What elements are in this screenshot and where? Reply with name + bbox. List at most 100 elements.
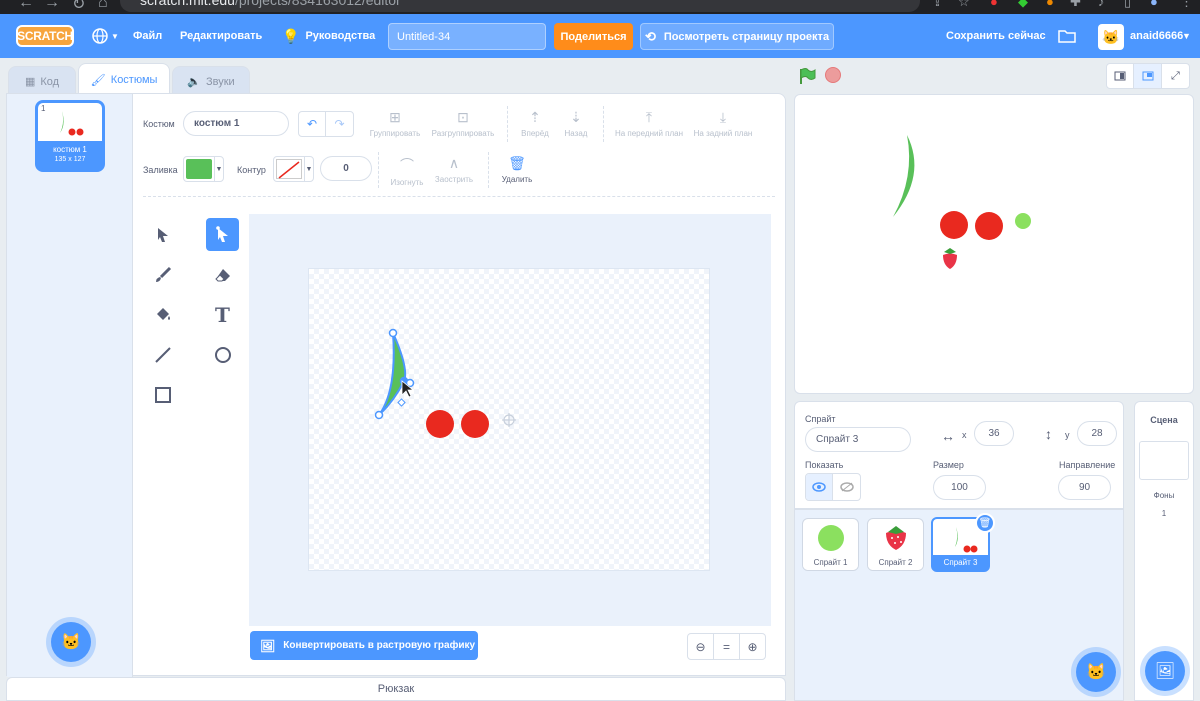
see-project-page-button[interactable]: ⟲ Посмотреть страницу проекта [640, 23, 834, 50]
fill-color-picker[interactable]: ▼ [183, 156, 224, 182]
rectangle-tool[interactable] [146, 378, 179, 411]
convert-to-bitmap-button[interactable]: 🖼 Конвертировать в растровую графику [250, 631, 478, 660]
choose-sprite-button[interactable]: 🐱 [1076, 652, 1116, 692]
circle-tool[interactable] [206, 338, 239, 371]
tutorials-button[interactable]: 💡 Руководства [282, 14, 375, 58]
strawberry-sprite[interactable] [943, 248, 957, 269]
zoom-in-button[interactable]: ⊕ [739, 633, 766, 660]
project-title-input[interactable]: Untitled-34 [388, 23, 546, 50]
size-input[interactable]: 100 [933, 475, 986, 500]
tab-sounds[interactable]: 🔈 Звуки [172, 66, 250, 96]
red-circle[interactable] [940, 211, 968, 239]
costume-item[interactable]: 1 костюм 1 135 x 127 [35, 100, 105, 172]
stage-target-panel[interactable]: Сцена Фоны 1 🖼 [1134, 401, 1194, 701]
file-menu[interactable]: Файл [133, 14, 162, 58]
my-stuff-button[interactable] [1058, 14, 1076, 58]
green-flag-icon[interactable] [798, 67, 816, 85]
share-page-icon[interactable]: ⇪ [932, 0, 943, 10]
costume-name-input[interactable]: костюм 1 [183, 111, 289, 136]
normal-stage-icon[interactable] [1134, 64, 1162, 88]
sprite-tile[interactable]: Спрайт 1 [802, 518, 859, 571]
group-button[interactable]: ⊞ Группировать [367, 109, 423, 138]
x-input[interactable]: 36 [974, 421, 1014, 446]
outline-color-picker[interactable]: ▼ [273, 156, 314, 182]
eye-hidden-icon[interactable] [833, 474, 860, 500]
reshape-tool[interactable] [206, 218, 239, 251]
red-circle[interactable] [426, 410, 454, 438]
y-input[interactable]: 28 [1077, 421, 1117, 446]
choose-backdrop-button[interactable]: 🖼 [1145, 651, 1185, 691]
cat-add-icon: 🐱 [1086, 664, 1106, 681]
green-circle-sprite[interactable] [1015, 213, 1031, 229]
language-menu[interactable]: ▼ [92, 14, 119, 58]
extension-icon[interactable]: ● [990, 0, 998, 9]
paint-canvas-area[interactable] [249, 214, 771, 626]
sidepanel-icon[interactable]: ▯ [1124, 0, 1131, 10]
backpack-bar[interactable]: Рюкзак [6, 677, 786, 701]
choose-costume-button[interactable]: 🐱 [51, 622, 91, 662]
sprite-name-input[interactable]: Спрайт 3 [805, 427, 911, 452]
back-button[interactable]: ⤓ На задний план [690, 109, 756, 138]
control-point[interactable] [374, 410, 384, 420]
edit-menu[interactable]: Редактировать [180, 14, 262, 58]
front-button[interactable]: ⤒ На передний план [611, 109, 687, 138]
profile-icon[interactable]: ● [1150, 0, 1158, 9]
pointed-button[interactable]: ∧ Заострить [431, 155, 477, 184]
eye-icon[interactable] [806, 474, 834, 500]
back-icon[interactable]: ← [18, 0, 34, 12]
zoom-reset-button[interactable]: = [713, 633, 740, 660]
forward-button[interactable]: ⇡ Вперёд [515, 109, 555, 138]
extensions-icon[interactable]: ✚ [1070, 0, 1081, 10]
sprite-tile[interactable]: Спрайт 2 [867, 518, 924, 571]
undo-icon[interactable]: ↶ [299, 112, 327, 136]
fill-tool[interactable] [146, 298, 179, 331]
curved-button[interactable]: ⌒ Изогнуть [387, 155, 427, 187]
divider [488, 152, 489, 188]
redo-icon[interactable]: ↷ [326, 112, 353, 136]
tab-code[interactable]: ▦ Код [8, 66, 76, 96]
leaf-sprite[interactable] [893, 135, 915, 217]
control-point[interactable] [388, 328, 398, 338]
outline-width-input[interactable]: 0 [320, 156, 372, 181]
eraser-tool[interactable] [206, 258, 239, 291]
scratch-logo[interactable]: SCRATCH [16, 25, 74, 47]
avatar[interactable]: 🐱 [1098, 24, 1124, 50]
line-tool[interactable] [146, 338, 179, 371]
paint-artboard[interactable] [308, 268, 710, 571]
pointed-point-icon: ∧ [448, 155, 460, 171]
zoom-out-button[interactable]: ⊖ [687, 633, 714, 660]
delete-button[interactable]: 🗑 Удалить [497, 155, 537, 184]
small-stage-icon[interactable] [1107, 64, 1135, 88]
media-icon[interactable]: ♪ [1098, 0, 1105, 9]
select-tool[interactable] [146, 218, 179, 251]
username[interactable]: anaid6666 [1130, 14, 1183, 58]
handle[interactable] [397, 398, 406, 407]
red-circle[interactable] [975, 212, 1003, 240]
backward-button[interactable]: ⇣ Назад [556, 109, 596, 138]
extension-icon[interactable]: ● [1046, 0, 1054, 9]
tab-costumes[interactable]: 🖌 Костюмы [78, 63, 170, 96]
extension-icon[interactable]: ◆ [1018, 0, 1028, 10]
share-button[interactable]: Поделиться [554, 23, 633, 50]
backdrop-thumbnail[interactable] [1139, 441, 1189, 480]
red-circle[interactable] [461, 410, 489, 438]
save-now-button[interactable]: Сохранить сейчас [946, 14, 1046, 58]
address-bar[interactable]: scratch.mit.edu/projects/834163012/edito… [120, 0, 920, 12]
fullscreen-icon[interactable]: ⤢ [1162, 64, 1189, 88]
costume-drawing[interactable] [309, 269, 711, 572]
tutorials-label: Руководства [305, 30, 376, 42]
stop-icon[interactable] [825, 67, 841, 83]
brush-tool[interactable] [146, 258, 179, 291]
ungroup-button[interactable]: ⊡ Разгруппировать [427, 109, 499, 138]
stage[interactable] [794, 94, 1194, 394]
direction-input[interactable]: 90 [1058, 475, 1111, 500]
account-caret-icon[interactable]: ▼ [1182, 14, 1191, 58]
rectangle-icon [154, 386, 171, 403]
text-tool[interactable]: T [206, 298, 239, 331]
home-icon[interactable]: ⌂ [98, 0, 108, 12]
forward-icon[interactable]: → [44, 0, 60, 12]
reload-icon[interactable]: ↻ [72, 0, 85, 14]
browser-menu-icon[interactable]: ⋮ [1180, 0, 1193, 10]
delete-sprite-button[interactable]: 🗑 [975, 513, 995, 533]
bookmark-icon[interactable]: ☆ [958, 0, 970, 10]
